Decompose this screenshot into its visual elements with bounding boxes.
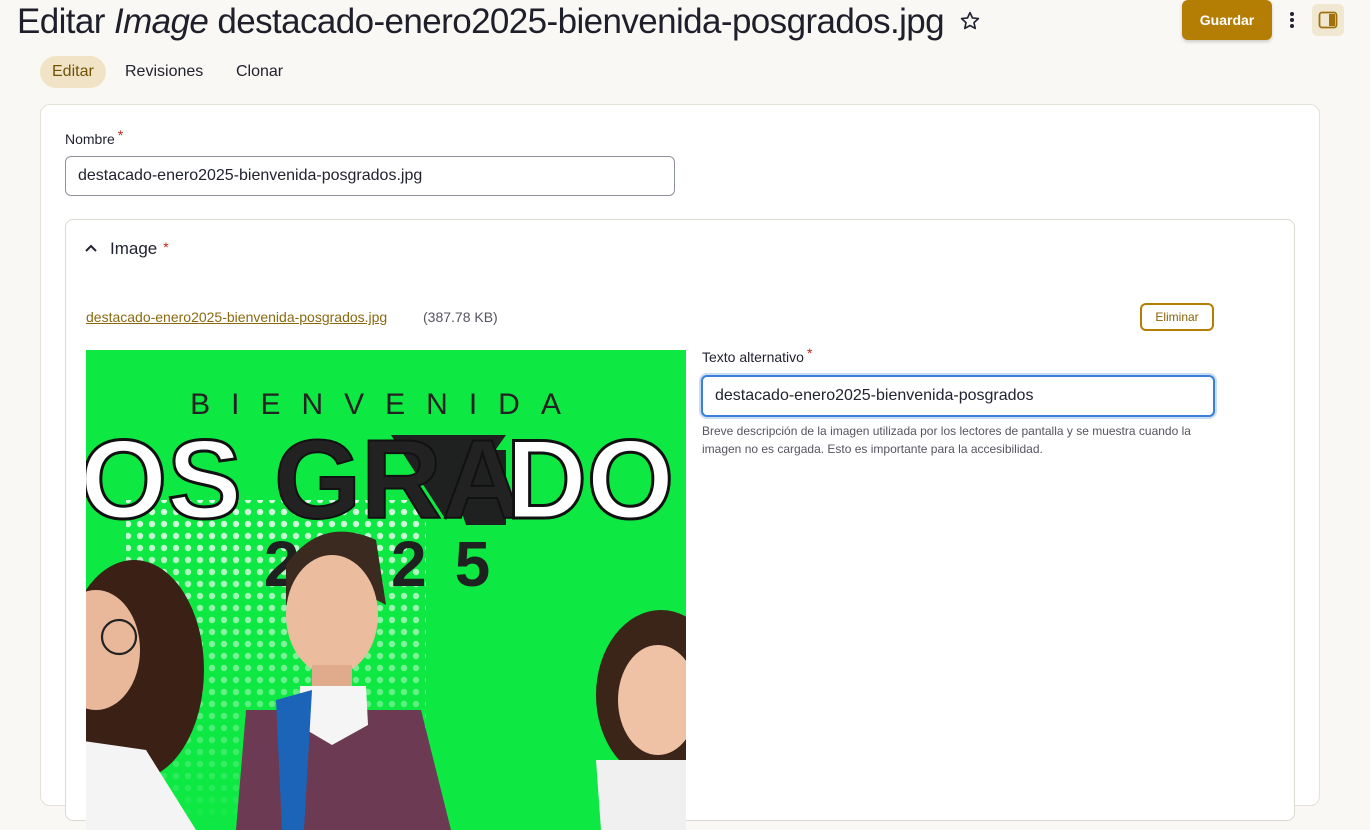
tab-revisiones[interactable]: Revisiones xyxy=(113,56,215,88)
more-options-icon[interactable] xyxy=(1283,9,1301,31)
title-entity-name: destacado-enero2025-bienvenida-posgrados… xyxy=(217,2,945,41)
page-title: Editar Image destacado-enero2025-bienven… xyxy=(17,0,945,44)
chevron-up-icon xyxy=(85,244,97,252)
title-prefix: Editar xyxy=(17,2,105,41)
required-marker: * xyxy=(806,345,813,361)
required-marker: * xyxy=(163,239,169,255)
save-button[interactable]: Guardar xyxy=(1182,0,1272,40)
tab-editar[interactable]: Editar xyxy=(40,56,106,88)
title-entity-type: Image xyxy=(113,2,209,41)
tab-clonar[interactable]: Clonar xyxy=(224,56,295,88)
star-icon[interactable] xyxy=(959,10,981,32)
required-marker: * xyxy=(117,127,124,143)
name-field-label: Nombre * xyxy=(65,127,124,147)
sidebar-toggle-button[interactable] xyxy=(1312,4,1344,36)
image-details-section: Image * destacado-enero2025-bienvenida-po… xyxy=(65,219,1295,830)
alt-text-label: Texto alternativo * xyxy=(702,345,813,365)
alt-text-input[interactable] xyxy=(701,375,1215,417)
image-preview-graphic: BIENVENIDA OS GRA DO 2025 xyxy=(86,350,686,830)
preview-text-line2-right: DO xyxy=(506,417,674,542)
sidebar-panel-icon xyxy=(1318,11,1338,29)
name-input[interactable] xyxy=(65,156,675,196)
form-card: Nombre* Image* destacado-enero2025-bienv… xyxy=(40,104,1320,830)
file-size: (387.78 KB) xyxy=(423,309,498,325)
remove-file-button[interactable]: Eliminar xyxy=(1140,303,1214,331)
preview-text-line2-left: OS xyxy=(86,417,242,542)
image-section-title: Image * xyxy=(110,239,169,258)
image-preview: BIENVENIDA OS GRA DO 2025 xyxy=(86,350,686,830)
page-header: Editar Image destacado-enero2025-bienven… xyxy=(0,0,1370,46)
file-link[interactable]: destacado-enero2025-bienvenida-posgrados… xyxy=(86,309,387,325)
alt-text-description: Breve descripción de la imagen utilizada… xyxy=(702,424,1191,456)
preview-text-line2-mid: GRA xyxy=(274,417,523,542)
